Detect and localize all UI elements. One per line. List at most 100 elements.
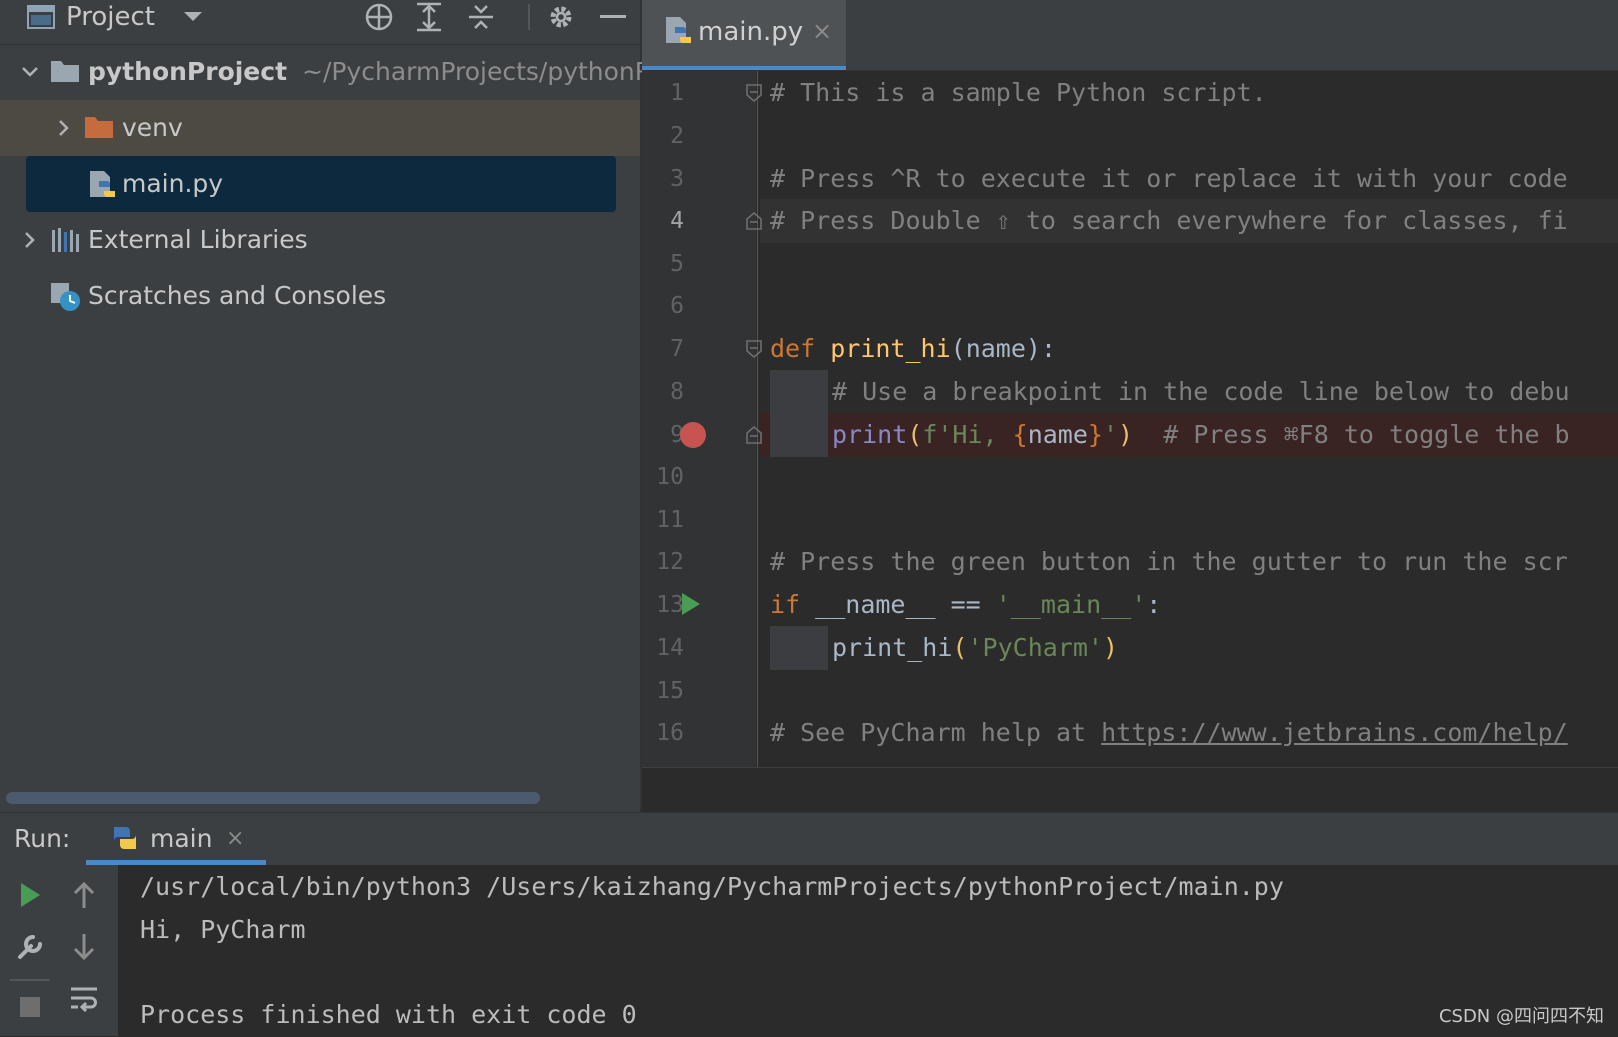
builtin-token: print [832,420,908,449]
tree-row-venv[interactable]: venv [0,100,640,156]
tail-token: : [1146,590,1162,619]
tree-row-main-py[interactable]: main.py [0,156,640,212]
toolbar-separator [10,979,50,981]
indent-guide-block [770,370,828,414]
tail-token: ): [1025,334,1057,363]
function-call-token: print_hi [832,633,953,662]
horizontal-scrollbar[interactable] [6,792,540,804]
code-line-9: print(f'Hi, {name}') # Press ⌘F8 to togg… [832,413,1570,457]
paren-token: ( [952,633,968,662]
project-window-icon [26,2,56,32]
string-token: ' [1102,420,1119,449]
editor-tab-bar: main.py × [642,0,1618,71]
code-line-7: def print_hi(name): [770,327,1056,371]
console-line: Hi, PyCharm [140,915,306,944]
run-console-output[interactable]: /usr/local/bin/python3 /Users/kaizhang/P… [118,865,1618,1036]
watermark: CSDN @四问四不知 [1438,1006,1604,1027]
code-line-13: if __name__ == '__main__': [770,583,1161,627]
breakpoint-icon[interactable] [680,422,706,448]
param-token: name [965,334,1026,363]
code-line-3: # Press ^R to execute it or replace it w… [770,164,1568,193]
fstring-var-token: name [1027,420,1088,449]
indent-guide-block [770,626,828,670]
dropdown-chevron-icon[interactable] [178,2,208,32]
line-number: 13 [656,592,684,618]
wrench-icon[interactable] [12,929,48,965]
scratches-icon [50,282,80,311]
folder-icon [84,114,114,142]
expr-token: __name__ == [800,590,996,619]
keyword-token: if [770,590,801,619]
toolbar-separator [528,4,530,30]
fold-marker-icon[interactable] [746,426,762,444]
expand-all-icon[interactable] [414,2,444,32]
paren-token: ) [1102,633,1119,662]
close-tab-icon[interactable]: × [226,813,244,865]
line-number: 1 [670,80,684,106]
string-token: f'Hi, [922,420,1013,449]
project-tool-window: Project pythonProject ~/PycharmProjects/… [0,0,720,812]
paren-token: ) [1118,420,1134,449]
run-tab-label: main [150,824,213,853]
keyword-token: def [770,334,816,363]
collapse-all-icon[interactable] [466,2,496,32]
code-line-16: # See PyCharm help at https://www.jetbra… [770,711,1568,755]
code-line-8: # Use a breakpoint in the code line belo… [832,377,1570,406]
tab-label: main.py [698,17,804,47]
paren-token: ( [907,420,923,449]
up-arrow-icon[interactable] [66,877,102,913]
down-arrow-icon[interactable] [66,929,102,965]
chevron-down-icon[interactable] [20,62,40,82]
stop-icon[interactable] [12,989,48,1025]
hide-panel-icon[interactable] [598,2,628,32]
chevron-right-icon[interactable] [54,118,74,138]
tree-row-external-libraries[interactable]: External Libraries [0,212,640,268]
console-line: /usr/local/bin/python3 /Users/kaizhang/P… [140,872,1284,901]
run-panel-header: Run: main × [0,812,1618,866]
gutter-divider [757,71,758,767]
python-file-icon [664,16,694,46]
line-number: 8 [670,379,684,405]
line-number: 14 [656,635,684,661]
code-editor[interactable]: 1 2 3 4 5 6 7 8 9 10 11 12 13 14 15 16 #… [642,71,1618,767]
indent-guide-block [770,413,828,457]
tab-main-py[interactable]: main.py × [642,0,846,70]
tree-row-project-root[interactable]: pythonProject ~/PycharmProjects/pythonPr… [0,44,720,100]
chevron-right-icon[interactable] [20,230,40,250]
help-link[interactable]: https://www.jetbrains.com/help/ [1101,718,1568,747]
active-tab-indicator [642,66,846,70]
code-line-1: # This is a sample Python script. [770,78,1267,107]
project-root-name: pythonProject [88,57,288,86]
string-token: '__main__' [995,590,1147,619]
run-gutter-icon[interactable] [682,593,700,615]
line-number: 7 [670,336,684,362]
project-panel-header: Project [0,0,640,45]
soft-wrap-icon[interactable] [66,981,102,1017]
code-line-12: # Press the green button in the gutter t… [770,547,1568,576]
close-tab-icon[interactable]: × [812,0,832,62]
string-token: 'PyCharm' [967,633,1103,662]
line-number: 9 [670,422,684,448]
line-number: 15 [656,678,684,704]
line-number: 2 [670,123,684,149]
function-name-token: print_hi [830,334,951,363]
code-line-4: # Press Double ⇧ to search everywhere fo… [770,206,1568,235]
fold-marker-icon[interactable] [746,84,762,102]
folder-icon [50,58,80,86]
tree-item-label: Scratches and Consoles [88,281,387,310]
comment-token: # Press ⌘F8 to toggle the b [1163,420,1570,449]
rerun-icon[interactable] [12,877,48,913]
project-panel-title[interactable]: Project [66,0,155,34]
run-tab-main[interactable]: main × [86,813,266,865]
brace-token: } [1087,420,1103,449]
tree-item-label: venv [122,113,183,142]
gear-icon[interactable] [546,2,576,32]
library-icon [50,226,80,254]
tree-row-scratches[interactable]: Scratches and Consoles [0,268,640,324]
fold-marker-icon[interactable] [746,340,762,358]
editor-bottom-area [642,767,1618,813]
tree-item-label: main.py [122,169,224,198]
fold-marker-icon[interactable] [746,212,762,230]
locate-file-icon[interactable] [364,2,394,32]
line-number: 6 [670,293,684,319]
